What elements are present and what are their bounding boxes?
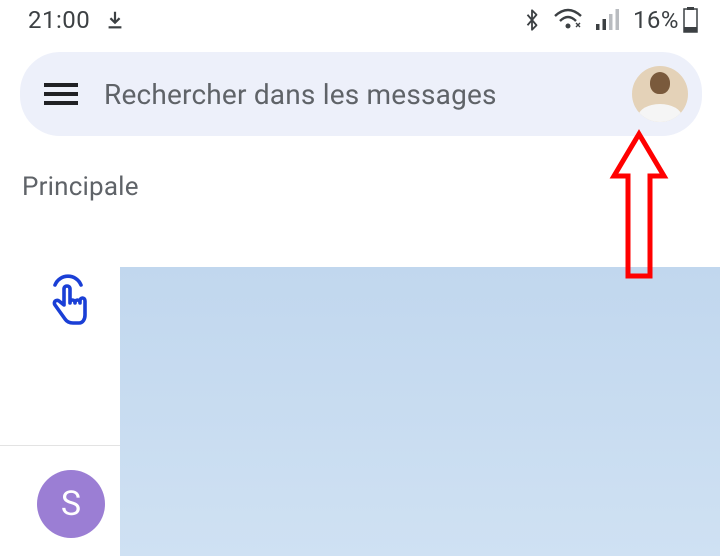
battery-text: 16% — [633, 6, 679, 34]
search-bar[interactable]: Rechercher dans les messages — [20, 52, 702, 136]
status-left: 21:00 — [28, 6, 126, 34]
download-icon — [104, 9, 126, 31]
bluetooth-icon — [523, 7, 541, 33]
tap-gesture-icon — [38, 270, 98, 330]
list-divider — [0, 445, 120, 446]
battery-status: 16% — [633, 6, 698, 34]
selection-panel — [120, 267, 720, 556]
status-bar: 21:00 — [0, 0, 720, 44]
status-time: 21:00 — [28, 6, 90, 34]
search-placeholder: Rechercher dans les messages — [104, 78, 608, 111]
list-item[interactable]: S — [37, 470, 105, 538]
hamburger-icon — [44, 81, 78, 107]
sender-avatar[interactable]: S — [37, 470, 105, 538]
signal-icon — [595, 9, 621, 31]
wifi-icon — [553, 8, 583, 32]
search-row: Rechercher dans les messages — [0, 44, 720, 148]
status-right: 16% — [523, 6, 698, 34]
section-label: Principale — [0, 148, 720, 232]
account-avatar[interactable] — [632, 66, 688, 122]
sender-initial: S — [61, 484, 81, 524]
menu-button[interactable] — [42, 81, 80, 107]
